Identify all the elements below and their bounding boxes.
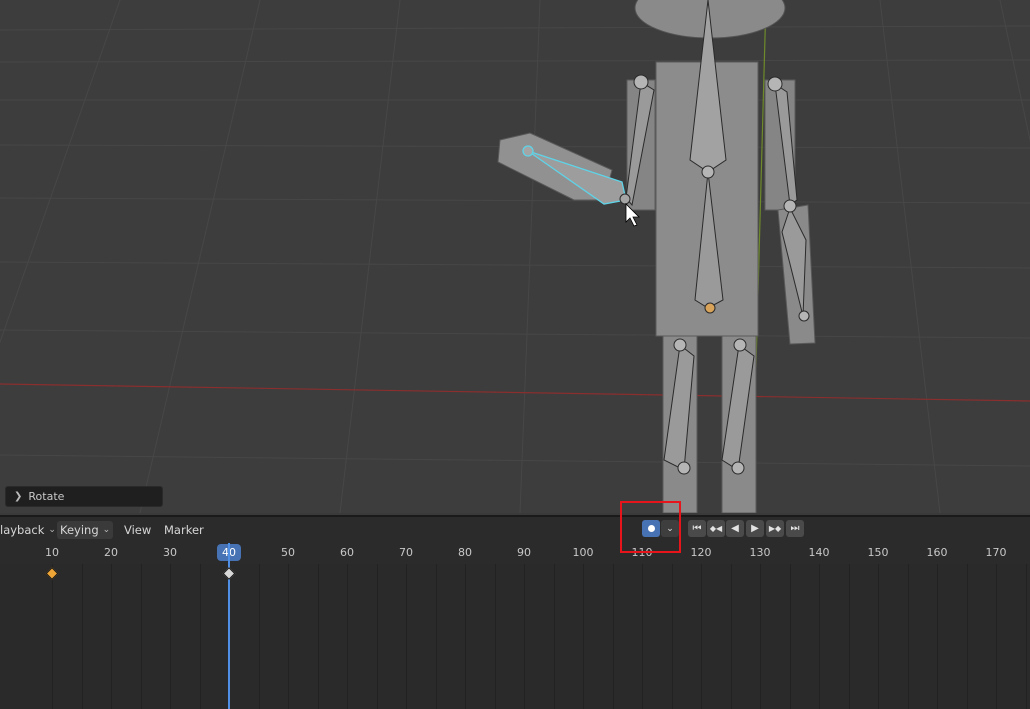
next-keyframe-icon: ▶◆ bbox=[768, 524, 782, 533]
frame-grid-line bbox=[524, 564, 525, 709]
frame-tick-label: 140 bbox=[808, 546, 830, 559]
frame-grid-line bbox=[731, 564, 732, 709]
frame-tick-label: 80 bbox=[458, 546, 472, 559]
frame-tick-label: 90 bbox=[517, 546, 531, 559]
frame-tick-label: 60 bbox=[340, 546, 354, 559]
frame-grid-line bbox=[288, 564, 289, 709]
play-button[interactable]: ▶ bbox=[746, 520, 764, 537]
frame-grid-line bbox=[170, 564, 171, 709]
chevron-down-icon: ⌄ bbox=[102, 525, 111, 535]
frame-grid-line bbox=[554, 564, 555, 709]
jump-to-end-button[interactable]: ⏭ bbox=[786, 520, 804, 537]
frame-grid-line bbox=[819, 564, 820, 709]
frame-grid-line bbox=[701, 564, 702, 709]
frame-grid-line bbox=[937, 564, 938, 709]
prev-keyframe-icon: ◆◀ bbox=[709, 524, 723, 533]
frame-grid-line bbox=[318, 564, 319, 709]
floor-grid bbox=[0, 0, 1030, 513]
view-menu-label: View bbox=[124, 523, 152, 537]
frame-tick-label: 50 bbox=[281, 546, 295, 559]
chevron-down-icon: ⌄ bbox=[48, 525, 56, 535]
frame-grid-line bbox=[141, 564, 142, 709]
redo-last-operation-panel[interactable]: ❯ Rotate bbox=[5, 486, 163, 507]
frame-grid-line bbox=[200, 564, 201, 709]
frame-ruler[interactable]: 1020304050607080901001101201301401501601… bbox=[0, 542, 1030, 564]
frame-tick-label: 30 bbox=[163, 546, 177, 559]
play-reverse-icon: ◀ bbox=[731, 523, 739, 534]
frame-grid-line bbox=[465, 564, 466, 709]
frame-tick-label: 130 bbox=[749, 546, 771, 559]
frame-tick-label: 100 bbox=[572, 546, 594, 559]
frame-tick-label: 10 bbox=[45, 546, 59, 559]
frame-grid-line bbox=[111, 564, 112, 709]
frame-grid-line bbox=[996, 564, 997, 709]
timeline-header: layback ⌄ Keying ⌄ View Marker bbox=[0, 515, 1030, 542]
frame-grid-line bbox=[377, 564, 378, 709]
frame-tick-label: 20 bbox=[104, 546, 118, 559]
frame-grid-line bbox=[495, 564, 496, 709]
frame-grid-line bbox=[672, 564, 673, 709]
frame-grid-line bbox=[613, 564, 614, 709]
jump-next-keyframe-button[interactable]: ▶◆ bbox=[766, 520, 784, 537]
frame-grid-line bbox=[642, 564, 643, 709]
frame-grid-line bbox=[406, 564, 407, 709]
timeline-tracks[interactable] bbox=[0, 564, 1030, 709]
x-axis-line bbox=[0, 383, 1030, 402]
chevron-right-icon: ❯ bbox=[14, 491, 23, 502]
jump-to-start-button[interactable]: ⏮ bbox=[688, 520, 706, 537]
frame-tick-label: 150 bbox=[867, 546, 889, 559]
frame-grid-line bbox=[908, 564, 909, 709]
frame-grid-line bbox=[347, 564, 348, 709]
frame-grid-line bbox=[878, 564, 879, 709]
view-menu[interactable]: View bbox=[124, 521, 151, 539]
jump-end-icon: ⏭ bbox=[790, 523, 800, 534]
frame-grid-line bbox=[583, 564, 584, 709]
playback-menu[interactable]: layback ⌄ bbox=[0, 521, 56, 539]
frame-grid-line bbox=[259, 564, 260, 709]
frame-grid-line bbox=[760, 564, 761, 709]
frame-tick-label: 120 bbox=[690, 546, 712, 559]
jump-prev-keyframe-button[interactable]: ◆◀ bbox=[707, 520, 725, 537]
frame-grid-line bbox=[790, 564, 791, 709]
play-reverse-button[interactable]: ◀ bbox=[726, 520, 744, 537]
frame-grid-line bbox=[82, 564, 83, 709]
jump-start-icon: ⏮ bbox=[692, 523, 702, 534]
viewport-scene[interactable] bbox=[0, 0, 1030, 513]
marker-menu[interactable]: Marker bbox=[164, 521, 204, 539]
3d-viewport[interactable]: ❯ Rotate bbox=[0, 0, 1030, 513]
keying-menu[interactable]: Keying ⌄ bbox=[57, 521, 114, 539]
character-mesh[interactable] bbox=[497, 0, 816, 513]
frame-grid-line bbox=[52, 564, 53, 709]
redo-panel-label: Rotate bbox=[28, 490, 65, 503]
annotation-highlight-box bbox=[620, 501, 681, 553]
frame-grid-line bbox=[967, 564, 968, 709]
frame-grid-line bbox=[849, 564, 850, 709]
frame-grid-line bbox=[1026, 564, 1027, 709]
frame-grid-line bbox=[436, 564, 437, 709]
playback-menu-label: layback bbox=[0, 523, 45, 537]
frame-tick-label: 170 bbox=[985, 546, 1007, 559]
marker-menu-label: Marker bbox=[164, 523, 204, 537]
keying-menu-label: Keying bbox=[60, 523, 99, 537]
play-icon: ▶ bbox=[751, 523, 759, 534]
frame-tick-label: 160 bbox=[926, 546, 948, 559]
frame-tick-label: 70 bbox=[399, 546, 413, 559]
